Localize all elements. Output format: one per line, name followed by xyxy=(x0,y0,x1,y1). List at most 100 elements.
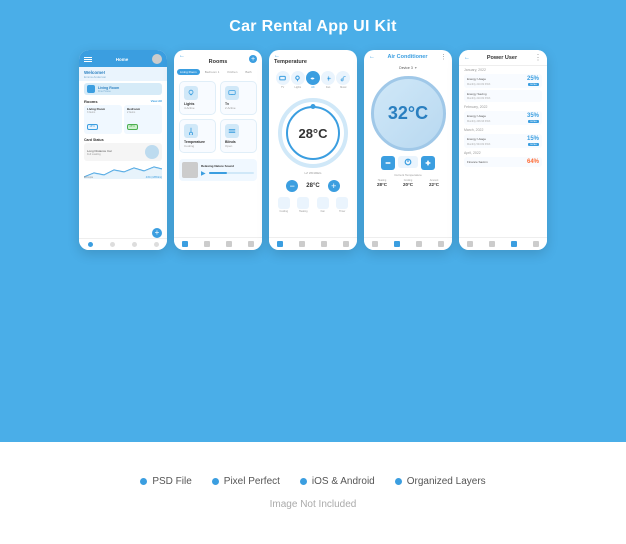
top-section: Car Rental App UI Kit Home Welcome! Emma… xyxy=(0,0,626,442)
nav-3[interactable] xyxy=(321,241,327,247)
nav-2[interactable] xyxy=(394,241,400,247)
nav-1[interactable] xyxy=(467,241,473,247)
lights-icon xyxy=(291,71,305,85)
living-room-card[interactable]: Living Room Fine House xyxy=(84,83,162,95)
room-status: 3 Items xyxy=(87,111,119,114)
phone-power-user: ← Power User ⋮ January, 2022 Energy Usag… xyxy=(459,50,547,250)
detail-button[interactable]: DETAIL xyxy=(528,120,539,123)
ac-plus-button[interactable] xyxy=(421,156,435,170)
detail-button[interactable]: DETAIL xyxy=(528,83,539,86)
chevron-icon: ▾ xyxy=(415,65,417,70)
p4-header: ← Air Conditioner ⋮ xyxy=(364,50,452,63)
heating-control[interactable]: Heating xyxy=(297,197,309,213)
layers-label: Organized Layers xyxy=(407,476,486,487)
nav-2[interactable] xyxy=(299,241,305,247)
p1-bottom-nav xyxy=(79,238,167,250)
nav-search[interactable] xyxy=(110,242,115,247)
menu-icon[interactable]: ⋮ xyxy=(440,53,447,61)
amount-value: 22°C xyxy=(429,182,439,187)
energy-usage-title: Energy Usage xyxy=(467,77,486,81)
music-title: Relaxing Nature Sound xyxy=(201,164,254,168)
device-selector[interactable]: Device 3 ▾ xyxy=(364,63,452,72)
nav-3[interactable] xyxy=(416,241,422,247)
music-item[interactable]: Music xyxy=(336,71,350,89)
ac-toggle-row xyxy=(364,153,452,173)
living-room-sub: Fine House xyxy=(98,90,119,93)
nav-4[interactable] xyxy=(438,241,444,247)
psd-label: PSD File xyxy=(152,476,191,487)
fan-item[interactable]: Fan xyxy=(321,71,335,89)
heating-temp: Heating 28°C xyxy=(377,179,387,187)
nav-settings[interactable] xyxy=(132,242,137,247)
p1-header: Home xyxy=(79,50,167,67)
nav-home[interactable] xyxy=(182,241,188,247)
room-item-bedroom[interactable]: Bedroom 2 Items 25°C xyxy=(124,105,162,134)
view-all[interactable]: View All xyxy=(151,99,162,104)
device-lights[interactable]: Lights 4 Active xyxy=(179,81,216,115)
fan-control[interactable]: Fan xyxy=(317,197,329,213)
nav-4[interactable] xyxy=(533,241,539,247)
menu-icon[interactable]: ⋮ xyxy=(534,53,542,62)
device-status: 4 Active xyxy=(184,106,211,110)
tab-bedroom[interactable]: Bedroom 1 xyxy=(202,69,223,75)
room-item-living[interactable]: Living Room 3 Items 18°C xyxy=(84,105,122,134)
device-status: 2 Active xyxy=(225,106,252,110)
device-blinds[interactable]: Blinds Open xyxy=(220,119,257,153)
thermostat-outer-ring: 28°C xyxy=(278,98,348,168)
cooling-control[interactable]: Cooling xyxy=(278,197,290,213)
chart: Ethiopia 44% (1865km) xyxy=(84,165,162,179)
nav-4[interactable] xyxy=(343,241,349,247)
nav-profile[interactable] xyxy=(154,242,159,247)
music-player[interactable]: Relaxing Nature Sound ▶ xyxy=(179,159,257,181)
tab-bathroom[interactable]: Bath xyxy=(242,69,254,75)
ac-icon xyxy=(306,71,320,85)
p5-bottom-nav xyxy=(459,237,547,250)
nav-home[interactable] xyxy=(277,241,283,247)
page-title: Car Rental App UI Kit xyxy=(229,18,397,36)
fab-button[interactable]: + xyxy=(152,228,162,238)
rooms-tabs: Living Room Bedroom 1 Kitchen Bath xyxy=(174,67,262,77)
back-arrow-icon[interactable]: ← xyxy=(464,55,470,61)
ac-temperature-circle: 32°C xyxy=(371,76,446,151)
p2-bottom-nav xyxy=(174,237,262,250)
ac-power-btn[interactable] xyxy=(398,156,418,168)
tv-icon xyxy=(276,71,290,85)
tab-living-room[interactable]: Living Room xyxy=(177,69,200,75)
card-item[interactable]: Long Distance Car Full Loading xyxy=(84,143,162,161)
device-temperature[interactable]: Temperature Cooling xyxy=(179,119,216,153)
nav-3[interactable] xyxy=(511,241,517,247)
heating-value: 28°C xyxy=(377,182,387,187)
temp-minus-button[interactable]: − xyxy=(286,180,298,192)
main-container: Car Rental App UI Kit Home Welcome! Emma… xyxy=(0,0,626,544)
fan-icon xyxy=(321,71,335,85)
nav-rooms[interactable] xyxy=(204,241,210,247)
device-tv[interactable]: Tv 2 Active xyxy=(220,81,257,115)
nav-home[interactable] xyxy=(88,242,93,247)
nav-profile[interactable] xyxy=(248,241,254,247)
jan-energy-usage: Energy Usage 25% Monthly 210.82 KWh DETA… xyxy=(464,74,542,88)
hamburger-icon xyxy=(84,57,92,62)
detail-button[interactable]: DETAIL xyxy=(528,143,539,146)
energy-kwh: Monthly 543.82 KWh xyxy=(467,143,490,146)
play-button[interactable]: ▶ xyxy=(201,170,206,177)
card-status-section: Card Status Long Distance Car Full Loadi… xyxy=(79,136,167,163)
timer-control[interactable]: Timer xyxy=(336,197,348,213)
lights-item[interactable]: Lights xyxy=(291,71,305,89)
nav-2[interactable] xyxy=(489,241,495,247)
energy-usage-title: Energy Usage xyxy=(467,137,486,141)
mar-energy-usage: Energy Usage 15% Monthly 543.82 KWh DETA… xyxy=(464,134,542,148)
tv-item[interactable]: TV xyxy=(276,71,290,89)
cooling-label: Cooling xyxy=(280,210,288,213)
back-arrow-icon[interactable]: ← xyxy=(369,54,375,60)
ac-item[interactable]: AC xyxy=(306,71,320,89)
temp-plus-button[interactable]: + xyxy=(328,180,340,192)
phone-temperature: ← Temperature TV Lights xyxy=(269,50,357,250)
nav-settings[interactable] xyxy=(226,241,232,247)
ac-minus-button[interactable] xyxy=(381,156,395,170)
ios-label: iOS & Android xyxy=(312,476,375,487)
nav-1[interactable] xyxy=(372,241,378,247)
album-art xyxy=(182,162,198,178)
tab-kitchen[interactable]: Kitchen xyxy=(224,69,240,75)
add-button[interactable]: + xyxy=(249,55,257,63)
phones-row: Home Welcome! Emma Anderson Living Room … xyxy=(79,50,547,250)
